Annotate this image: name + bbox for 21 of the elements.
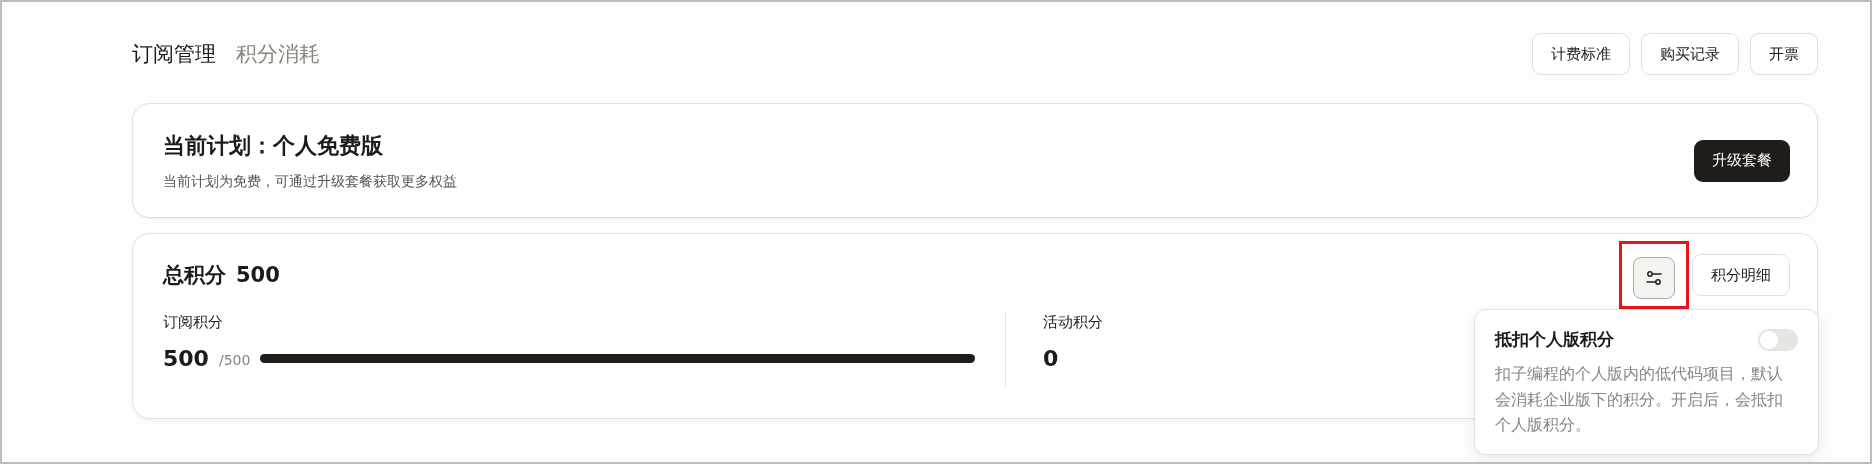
tab[interactable]: 订阅管理 <box>132 40 216 68</box>
tab[interactable]: 积分消耗 <box>236 40 320 68</box>
points-total: 500 <box>236 263 280 287</box>
settings-button[interactable] <box>1633 257 1675 299</box>
upgrade-button[interactable]: 升级套餐 <box>1694 139 1790 182</box>
points-title: 总积分 <box>163 262 226 289</box>
activity-points-label: 活动积分 <box>1043 313 1103 332</box>
toggle-switch[interactable] <box>1758 328 1798 351</box>
popover-title: 抵扣个人版积分 <box>1495 328 1614 351</box>
subscription-points-label: 订阅积分 <box>163 313 224 332</box>
activity-points-value: 0 <box>1043 346 1059 371</box>
header-button[interactable]: 购买记录 <box>1641 33 1739 75</box>
subscription-points-max: /500 <box>218 352 251 368</box>
popover-description: 扣子编程的个人版内的低代码项目，默认会消耗企业版下的积分。开启后，会抵扣个人版积分。 <box>1495 363 1784 437</box>
subscription-points-value: 500 <box>163 346 209 371</box>
plan-description: 当前计划为免费，可通过升级套餐获取更多权益 <box>163 172 457 191</box>
sliders-icon <box>1645 269 1663 287</box>
points-detail-button[interactable]: 积分明细 <box>1692 254 1790 296</box>
plan-title: 当前计划：个人免费版 <box>163 131 384 160</box>
header-button[interactable]: 计费标准 <box>1532 33 1630 75</box>
header-button[interactable]: 开票 <box>1750 33 1818 75</box>
